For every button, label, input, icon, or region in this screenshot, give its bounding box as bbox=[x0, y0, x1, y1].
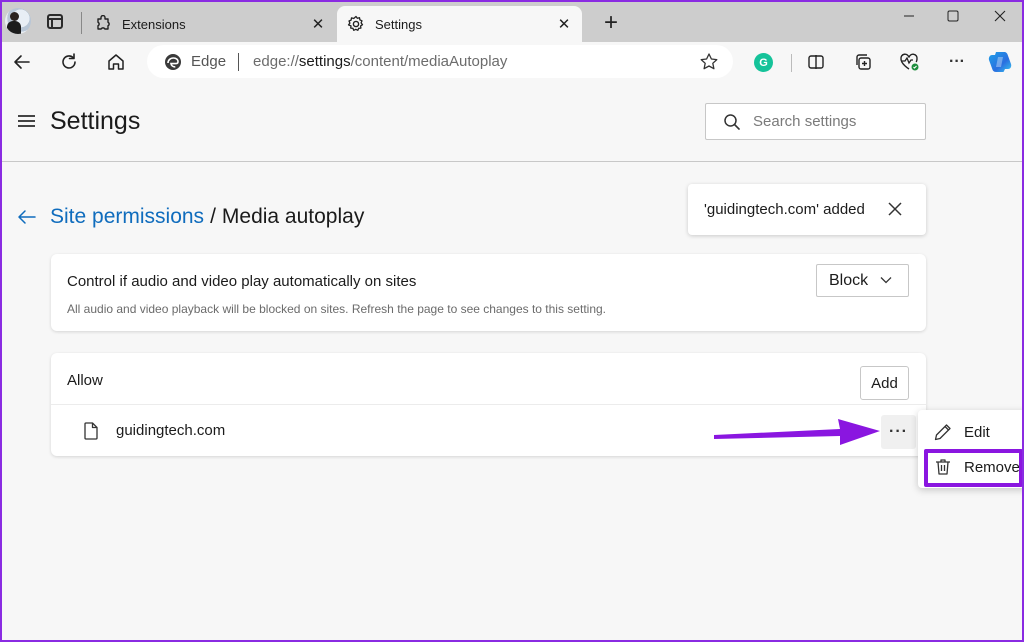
menu-item-label: Edit bbox=[964, 423, 990, 441]
toast-notification: 'guidingtech.com' added bbox=[688, 184, 926, 235]
search-settings-box[interactable] bbox=[705, 103, 926, 140]
breadcrumb-separator: / bbox=[210, 205, 216, 228]
menu-icon[interactable] bbox=[18, 115, 35, 127]
menu-item-label: Remove bbox=[964, 458, 1020, 476]
maximize-button[interactable] bbox=[930, 0, 976, 32]
menu-item-edit[interactable]: Edit bbox=[918, 415, 1024, 449]
tab-bar: Extensions ✕ Settings ✕ + bbox=[0, 0, 1024, 42]
context-menu: Edit Remove bbox=[918, 410, 1024, 488]
close-tab-icon[interactable]: ✕ bbox=[308, 14, 328, 34]
minimize-icon bbox=[904, 15, 914, 17]
page-icon bbox=[84, 422, 98, 440]
more-actions-button[interactable]: ··· bbox=[881, 415, 916, 449]
profile-avatar[interactable] bbox=[5, 8, 31, 34]
breadcrumb-current: Media autoplay bbox=[221, 205, 365, 228]
toolbar-separator bbox=[791, 54, 792, 72]
copilot-icon[interactable] bbox=[988, 50, 1014, 74]
setting-description: All audio and video playback will be blo… bbox=[67, 302, 606, 316]
search-input[interactable] bbox=[753, 113, 913, 130]
autoplay-setting-card: Control if audio and video play automati… bbox=[51, 254, 926, 331]
split-screen-icon bbox=[808, 55, 824, 69]
home-button[interactable] bbox=[101, 48, 131, 76]
favorite-star-icon[interactable] bbox=[699, 52, 719, 72]
setting-title: Control if audio and video play automati… bbox=[67, 273, 417, 290]
toast-message: 'guidingtech.com' added bbox=[704, 201, 865, 218]
address-separator bbox=[238, 52, 240, 71]
tab-title: Settings bbox=[375, 16, 422, 32]
refresh-button[interactable] bbox=[54, 48, 84, 76]
grammarly-icon[interactable]: G bbox=[754, 53, 773, 72]
pencil-icon bbox=[934, 424, 951, 441]
breadcrumb: Site permissions / Media autoplay bbox=[16, 205, 364, 229]
split-screen-button[interactable] bbox=[801, 48, 831, 76]
new-tab-button[interactable]: + bbox=[598, 9, 624, 36]
gear-icon bbox=[347, 15, 365, 33]
allow-section-title: Allow bbox=[67, 372, 103, 389]
close-icon bbox=[994, 10, 1006, 22]
close-icon[interactable] bbox=[885, 199, 905, 219]
minimize-button[interactable] bbox=[886, 0, 932, 32]
back-arrow-icon[interactable] bbox=[16, 206, 38, 228]
back-arrow-icon bbox=[14, 55, 30, 69]
home-icon bbox=[108, 54, 124, 70]
page-title: Settings bbox=[50, 107, 141, 135]
chevron-down-icon bbox=[880, 277, 892, 284]
maximize-icon bbox=[947, 10, 959, 22]
more-menu-button[interactable]: ··· bbox=[942, 48, 972, 76]
breadcrumb-site-permissions-link[interactable]: Site permissions bbox=[50, 205, 204, 229]
dropdown-value: Block bbox=[829, 271, 869, 289]
trash-icon bbox=[936, 459, 950, 475]
tab-extensions[interactable]: Extensions ✕ bbox=[84, 6, 336, 42]
site-name: guidingtech.com bbox=[116, 422, 226, 439]
address-bar[interactable]: Edge edge://settings/content/mediaAutopl… bbox=[147, 45, 733, 78]
add-site-button[interactable]: Add bbox=[860, 366, 909, 400]
autoplay-mode-dropdown[interactable]: Block bbox=[816, 264, 909, 297]
menu-item-remove[interactable]: Remove bbox=[918, 450, 1024, 484]
browser-essentials-button[interactable] bbox=[894, 48, 924, 76]
settings-header: Settings bbox=[0, 82, 1024, 162]
collections-icon bbox=[856, 54, 871, 70]
url-text: edge://settings/content/mediaAutoplay bbox=[253, 53, 508, 70]
back-button[interactable] bbox=[7, 48, 37, 76]
puzzle-icon bbox=[94, 15, 112, 33]
browser-toolbar: Edge edge://settings/content/mediaAutopl… bbox=[0, 42, 1024, 82]
browser-essentials-icon bbox=[900, 53, 919, 71]
tab-actions-icon[interactable] bbox=[47, 14, 63, 29]
close-tab-icon[interactable]: ✕ bbox=[554, 14, 574, 34]
site-identity-label: Edge bbox=[191, 53, 227, 70]
refresh-icon bbox=[62, 53, 76, 69]
search-icon bbox=[724, 113, 740, 130]
tab-title: Extensions bbox=[122, 16, 186, 32]
collections-button[interactable] bbox=[848, 48, 878, 76]
tab-separator bbox=[81, 12, 82, 34]
edge-logo-icon bbox=[165, 53, 181, 70]
header-divider bbox=[0, 161, 1024, 162]
tab-settings[interactable]: Settings ✕ bbox=[337, 6, 582, 42]
annotation-arrow bbox=[714, 419, 880, 445]
close-window-button[interactable] bbox=[977, 0, 1023, 32]
